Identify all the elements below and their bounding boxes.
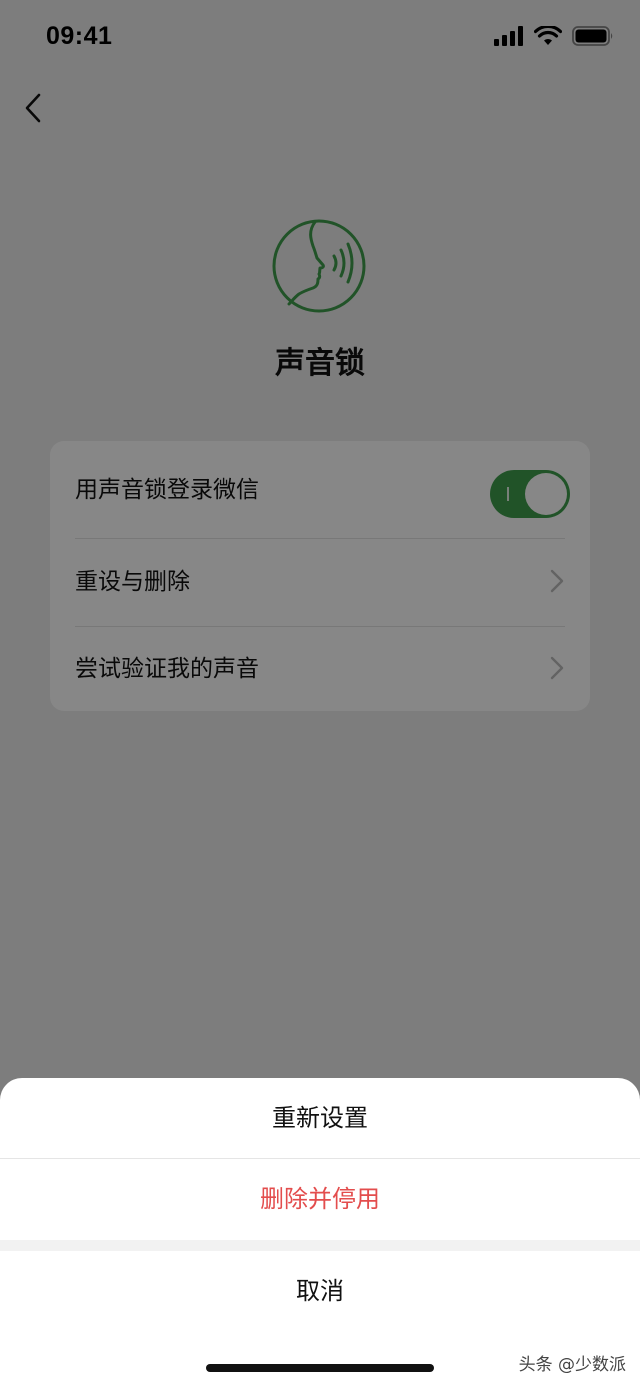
home-indicator[interactable]	[206, 1364, 434, 1372]
delete-disable-button[interactable]: 删除并停用	[0, 1159, 640, 1240]
reset-button[interactable]: 重新设置	[0, 1078, 640, 1158]
watermark: 头条 @少数派	[518, 1355, 626, 1375]
screen: 09:41 声音锁 用声音锁登录微信 重设与删除 尝试验证我的声音 重新设置 删…	[0, 0, 640, 1385]
sheet-gap	[0, 1240, 640, 1251]
action-sheet: 重新设置 删除并停用 取消	[0, 1078, 640, 1385]
cancel-button[interactable]: 取消	[0, 1251, 640, 1331]
